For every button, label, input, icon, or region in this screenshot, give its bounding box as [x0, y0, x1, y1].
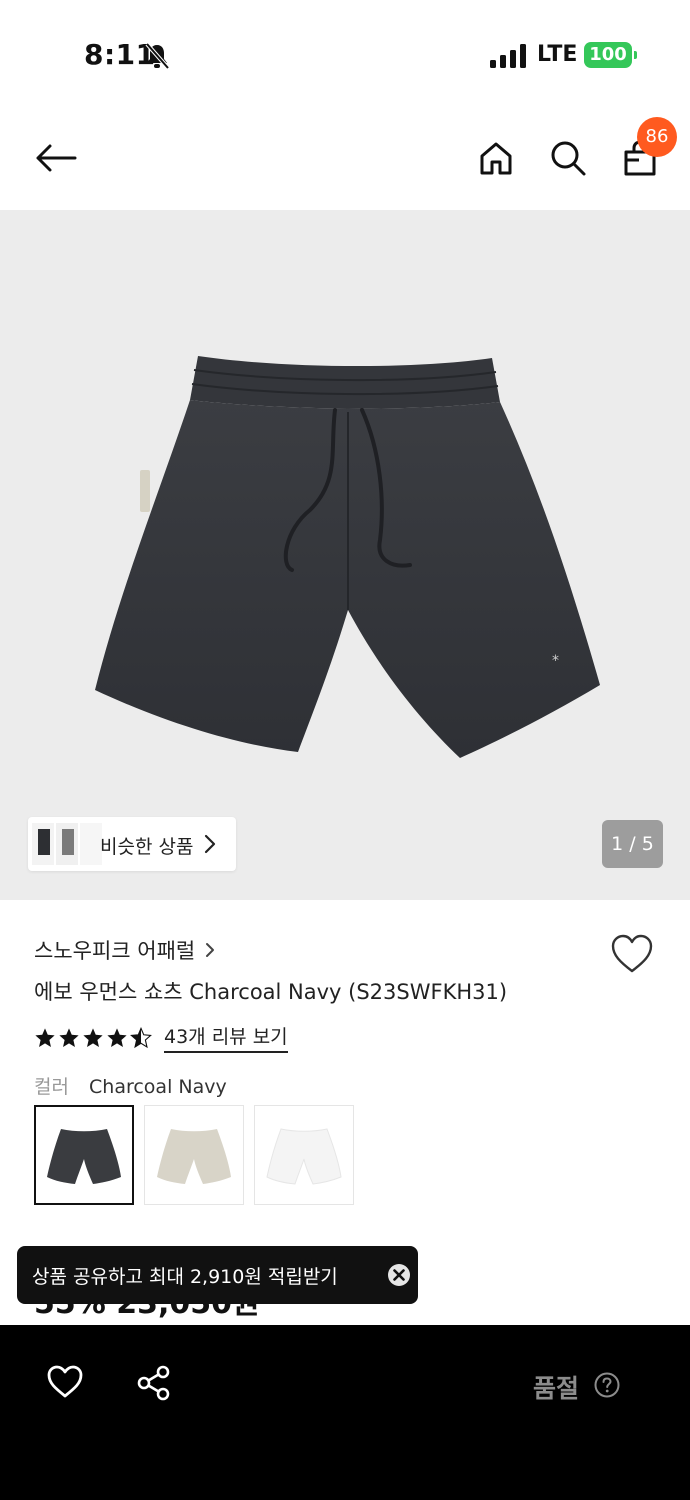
- star-filled-icon: [59, 1027, 79, 1047]
- cart-count-badge: 86: [637, 117, 677, 157]
- swatch-thumbnail: [266, 1128, 342, 1185]
- star-half-icon: [130, 1026, 152, 1048]
- top-nav: [0, 110, 690, 210]
- product-image-gallery[interactable]: * 비슷한 상품 1 / 5: [0, 210, 690, 900]
- chevron-right-icon: [206, 943, 215, 957]
- wishlist-heart-icon[interactable]: [610, 934, 654, 974]
- back-arrow-icon: [36, 144, 77, 172]
- image-page-counter: 1 / 5: [602, 820, 663, 868]
- close-icon[interactable]: [387, 1263, 411, 1287]
- home-icon: [480, 142, 512, 175]
- product-title: 에보 우먼스 쇼츠 Charcoal Navy (S23SWFKH31): [34, 980, 508, 1004]
- star-filled-icon: [83, 1027, 103, 1047]
- similar-products-label: 비슷한 상품: [100, 836, 194, 858]
- color-label: 컬러: [34, 1076, 69, 1098]
- svg-text:*: *: [552, 653, 559, 669]
- search-button[interactable]: [544, 134, 592, 182]
- toast-message: 상품 공유하고 최대 2,910원 적립받기: [32, 1266, 338, 1288]
- similar-products-thumbnails: [32, 823, 102, 865]
- home-button[interactable]: [472, 134, 520, 182]
- product-image: *: [95, 356, 600, 758]
- sold-out-label: 품절: [533, 1374, 580, 1403]
- share-icon[interactable]: [136, 1365, 172, 1401]
- bottom-action-bar: 품절: [0, 1325, 690, 1500]
- battery-indicator: 100: [584, 42, 637, 68]
- similar-products-button[interactable]: 비슷한 상품: [28, 817, 236, 871]
- reviews-link[interactable]: 43개 리뷰 보기: [164, 1022, 288, 1053]
- color-swatch-charcoal-navy[interactable]: [34, 1105, 134, 1205]
- color-row: 컬러 Charcoal Navy: [34, 1072, 227, 1099]
- chevron-right-icon: [204, 834, 216, 854]
- search-icon: [551, 141, 586, 176]
- brand-name: 스노우피크 어패럴: [34, 939, 196, 963]
- rating-stars: [34, 1026, 152, 1049]
- swatch-thumbnail: [47, 1129, 121, 1184]
- color-swatch-beige[interactable]: [144, 1105, 244, 1205]
- back-button[interactable]: [32, 134, 80, 182]
- color-swatches: [34, 1105, 354, 1205]
- status-bar: 8:11 LTE 100: [0, 0, 690, 110]
- wishlist-heart-icon[interactable]: [46, 1365, 84, 1399]
- help-circle-icon[interactable]: [594, 1372, 620, 1398]
- color-value: Charcoal Navy: [89, 1076, 227, 1098]
- star-filled-icon: [35, 1027, 55, 1047]
- swatch-thumbnail: [157, 1129, 231, 1184]
- color-swatch-white[interactable]: [254, 1105, 354, 1205]
- share-reward-toast: 상품 공유하고 최대 2,910원 적립받기: [17, 1246, 418, 1304]
- network-type: LTE: [537, 42, 578, 67]
- star-filled-icon: [107, 1027, 127, 1047]
- brand-link[interactable]: 스노우피크 어패럴: [34, 935, 215, 965]
- bell-off-icon: [145, 42, 170, 70]
- signal-icon: [490, 44, 526, 68]
- rating-row: 43개 리뷰 보기: [34, 1022, 288, 1053]
